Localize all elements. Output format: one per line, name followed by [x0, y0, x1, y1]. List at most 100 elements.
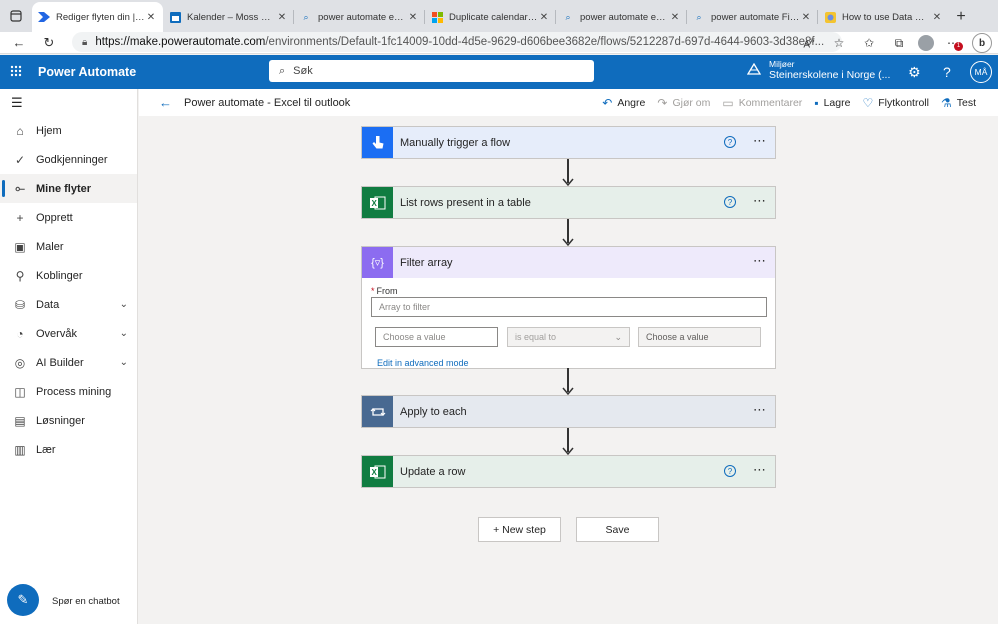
close-icon[interactable]: ✕ [669, 12, 681, 23]
app-header: Power Automate ⌕ Søk Miljøer Steinerskol… [0, 55, 998, 89]
more-options-icon[interactable]: ⋯ [753, 402, 767, 418]
sidebar-item-mine-flyter[interactable]: ⟜ Mine flyter [0, 174, 137, 203]
collections-icon[interactable]: ⧉ [888, 36, 910, 51]
more-options-icon[interactable]: ⋯ [753, 133, 767, 149]
undo-button[interactable]: ↶ Angre [602, 96, 645, 110]
step-card-manual-trigger[interactable]: Manually trigger a flow ? ⋯ [361, 126, 776, 159]
search-icon: ⌕ [303, 11, 309, 22]
url-host: https://make.powerautomate.com [95, 36, 266, 48]
browser-tab[interactable]: Kalender – Moss Årsp ✕ [163, 2, 294, 32]
flow-title[interactable]: Power automate - Excel til outlook [184, 97, 350, 109]
flow-canvas: Manually trigger a flow ? ⋯ X List rows … [139, 116, 998, 624]
step-card-apply-to-each[interactable]: Apply to each ⋯ [361, 395, 776, 428]
close-icon[interactable]: ✕ [407, 12, 419, 23]
close-icon[interactable]: ✕ [538, 12, 550, 23]
edit-advanced-mode-link[interactable]: Edit in advanced mode [377, 358, 469, 368]
more-icon[interactable]: ⋯ 1 [942, 36, 964, 51]
sidebar-item-hjem[interactable]: ⌂ Hjem [0, 116, 137, 145]
browser-tab[interactable]: ⌕ power automate Filer ✕ [687, 2, 818, 32]
favorite-star-icon[interactable]: ☆ [828, 36, 850, 50]
sidebar-item-label: Godkjenninger [36, 153, 108, 166]
search-icon: ⌕ [696, 11, 702, 22]
save-button[interactable]: ▪ Lagre [814, 96, 850, 110]
undo-icon: ↶ [602, 95, 613, 110]
test-label: Test [956, 96, 976, 109]
sidebar-item-maler[interactable]: ▣ Maler [0, 232, 137, 261]
step-card-filter-array[interactable]: {▿} Filter array ⋯ * From Array to filter… [361, 246, 776, 369]
comments-button[interactable]: ▭ Kommentarer [722, 96, 802, 110]
sidebar-item-overvak[interactable]: ◔ Overvåk ⌄ [0, 319, 137, 348]
help-icon[interactable]: ? [724, 136, 736, 148]
read-aloud-icon[interactable]: A» [798, 35, 820, 50]
more-options-icon[interactable]: ⋯ [753, 193, 767, 209]
profile-icon[interactable] [918, 35, 934, 51]
app-name[interactable]: Power Automate [38, 65, 136, 79]
url-field[interactable]: 🔒︎ https://make.powerautomate.com/enviro… [72, 32, 842, 52]
close-icon[interactable]: ✕ [276, 12, 288, 23]
close-icon[interactable]: ✕ [800, 12, 812, 23]
browser-tab[interactable]: ⌕ power automate exce ✕ [556, 2, 687, 32]
notification-badge: 1 [954, 42, 963, 51]
chatbot-label[interactable]: Spør en chatbot [52, 596, 120, 607]
left-nav: ☰ ⌂ Hjem ✓ Godkjenninger ⟜ Mine flyter + Opp… [0, 89, 138, 624]
settings-gear-icon[interactable]: ⚙ [908, 64, 921, 81]
left-value-placeholder: Choose a value [383, 332, 446, 342]
redo-button[interactable]: ↷ Gjør om [657, 96, 710, 110]
chevron-down-icon: ⌄ [614, 331, 622, 342]
avatar[interactable]: MÅ [970, 61, 992, 83]
flow-checker-button[interactable]: ♡ Flytkontroll [862, 96, 929, 110]
operator-select[interactable]: is equal to ⌄ [507, 327, 630, 347]
flows-icon: ⟜ [15, 181, 25, 195]
step-card-list-rows[interactable]: X List rows present in a table ? ⋯ [361, 186, 776, 219]
browser-toolbar: A» ☆ ✩ ⧉ ⋯ 1 b [798, 33, 992, 53]
close-icon[interactable]: ✕ [145, 12, 157, 23]
from-label-text: From [376, 286, 398, 296]
browser-tab[interactable]: Duplicate calendar ev ✕ [425, 2, 556, 32]
refresh-icon[interactable]: ↻ [34, 35, 64, 51]
connector-arrow [562, 219, 574, 247]
help-icon[interactable]: ? [943, 64, 951, 80]
help-icon[interactable]: ? [724, 465, 736, 477]
sidebar-item-label: Koblinger [36, 269, 83, 282]
close-icon[interactable]: ✕ [931, 12, 943, 23]
search-icon: ⌕ [565, 11, 571, 22]
browser-tab[interactable]: How to use Data Ope ✕ [818, 2, 949, 32]
sidebar-item-data[interactable]: ⛁ Data ⌄ [0, 290, 137, 319]
browser-tab[interactable]: ⌕ power automate exce ✕ [294, 2, 425, 32]
right-value-input[interactable]: Choose a value [638, 327, 761, 347]
sidebar-item-laer[interactable]: ▥ Lær [0, 435, 137, 464]
svg-text:X: X [371, 199, 377, 208]
sidebar-item-koblinger[interactable]: ⚲ Koblinger [0, 261, 137, 290]
sidebar-item-opprett[interactable]: + Opprett [0, 203, 137, 232]
browser-tab[interactable]: Rediger flyten din | Po ✕ [32, 2, 163, 32]
help-icon[interactable]: ? [724, 196, 736, 208]
new-step-button[interactable]: + New step [478, 517, 561, 542]
app-launcher-icon[interactable] [0, 65, 32, 80]
search-input[interactable]: ⌕ Søk [269, 60, 594, 82]
more-options-icon[interactable]: ⋯ [753, 462, 767, 478]
tab-actions-icon[interactable] [0, 0, 32, 32]
back-arrow-icon[interactable]: ← [159, 95, 172, 110]
test-button[interactable]: ⚗ Test [941, 96, 976, 110]
chevron-down-icon[interactable]: ⌄ [120, 299, 128, 310]
favorites-icon[interactable]: ✩ [858, 36, 880, 50]
sidebar-item-losninger[interactable]: ▤ Løsninger [0, 406, 137, 435]
chevron-down-icon[interactable]: ⌄ [120, 328, 128, 339]
bing-copilot-icon[interactable]: b [972, 33, 992, 53]
step-card-update-row[interactable]: X Update a row ? ⋯ [361, 455, 776, 488]
chatbot-button[interactable]: ✎ [7, 584, 39, 616]
sidebar-item-process-mining[interactable]: ◫ Process mining [0, 377, 137, 406]
save-flow-button[interactable]: Save [576, 517, 659, 542]
back-arrow-icon[interactable]: ← [4, 35, 34, 50]
chevron-down-icon[interactable]: ⌄ [120, 357, 128, 368]
save-label: Lagre [823, 96, 851, 109]
plus-icon: + [16, 210, 24, 225]
new-tab-icon[interactable]: + [949, 2, 973, 32]
sidebar-item-godkjenninger[interactable]: ✓ Godkjenninger [0, 145, 137, 174]
from-input[interactable]: Array to filter [371, 297, 767, 317]
hamburger-menu-icon[interactable]: ☰ [0, 89, 137, 116]
left-value-input[interactable]: Choose a value [375, 327, 498, 347]
more-options-icon[interactable]: ⋯ [753, 253, 767, 269]
environment-picker[interactable]: Miljøer Steinerskolene i Norge (... [746, 59, 890, 81]
sidebar-item-ai-builder[interactable]: ◎ AI Builder ⌄ [0, 348, 137, 377]
